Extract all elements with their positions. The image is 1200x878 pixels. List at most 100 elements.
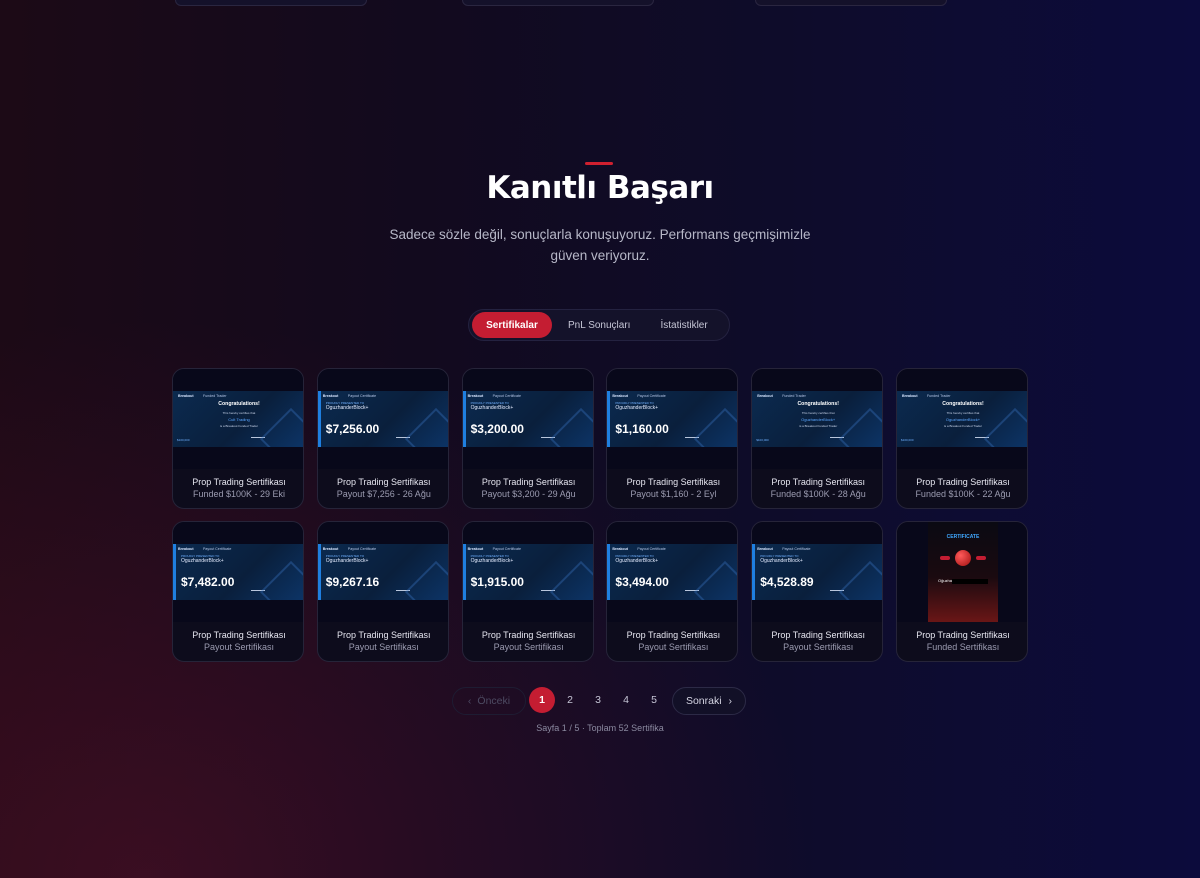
- certificate-card[interactable]: Breakout Funded Trader Congratulations! …: [895, 368, 1028, 509]
- card-subtitle: Payout $7,256 - 26 Ağu: [336, 489, 431, 499]
- congrats-heading: Congratulations!: [797, 401, 839, 407]
- card-subtitle: Payout $1,160 - 2 Eyl: [630, 489, 717, 499]
- section-accent-bar: [585, 162, 613, 165]
- prev-page-label: Önceki: [477, 695, 511, 707]
- payout-certificate-image: Breakout Payout Certificate PROUDLY PRES…: [462, 544, 593, 600]
- card-subtitle: Payout Sertifikası: [638, 642, 709, 652]
- payout-amount: $7,256.00: [325, 422, 380, 436]
- card-title: Prop Trading Sertifikası: [626, 477, 721, 487]
- certificate-card[interactable]: CERTIFICATE Oğuzhan Prop Trading Sertifi…: [895, 521, 1028, 662]
- certificate-brand: Breakout: [322, 547, 339, 551]
- page-button-2[interactable]: 2: [557, 687, 583, 713]
- tab-statistics[interactable]: İstatistikler: [648, 312, 719, 338]
- section-title: Kanıtlı Başarı: [486, 170, 714, 206]
- certificate-thumbnail: Breakout Payout Certificate PROUDLY PRES…: [607, 522, 738, 622]
- card-subtitle: Payout $3,200 - 29 Ağu: [481, 489, 576, 499]
- chevron-right-icon: ›: [728, 695, 733, 707]
- previous-section-card: [755, 0, 947, 6]
- funded-certificate-image: Breakout Funded Trader Congratulations! …: [752, 391, 883, 447]
- certificate-grid: Breakout Funded Trader Congratulations! …: [172, 368, 1028, 662]
- decorative-shape: [259, 560, 303, 600]
- certificate-card[interactable]: Breakout Payout Certificate PROUDLY PRES…: [316, 368, 449, 509]
- certificate-kind: Payout Certificate: [782, 547, 811, 551]
- certificate-kind: Payout Certificate: [637, 394, 666, 398]
- congrats-heading: Congratulations!: [942, 401, 984, 407]
- certificate-thumbnail: Breakout Payout Certificate PROUDLY PRES…: [462, 369, 593, 469]
- account-size: $100,000: [177, 438, 190, 442]
- certificate-brand: Breakout: [612, 547, 628, 551]
- card-title: Prop Trading Sertifikası: [771, 630, 865, 640]
- decorative-shape: [694, 407, 738, 447]
- next-page-button[interactable]: Sonraki ›: [672, 687, 746, 715]
- certificate-brand: Breakout: [322, 394, 339, 398]
- card-title: Prop Trading Sertifikası: [337, 630, 431, 640]
- red-certificate-image: CERTIFICATE Oğuzhan: [927, 522, 998, 622]
- certificate-kind: Payout Certificate: [637, 547, 666, 551]
- certificate-thumbnail: Breakout Funded Trader Congratulations! …: [173, 369, 303, 469]
- previous-section-card: [175, 0, 367, 6]
- card-subtitle: Funded Sertifikası: [926, 642, 1000, 652]
- certificate-brand: Breakout: [757, 547, 773, 551]
- payout-amount: $4,528.89: [760, 575, 814, 589]
- certificate-card[interactable]: Breakout Payout Certificate PROUDLY PRES…: [606, 368, 739, 509]
- payout-certificate-image: Breakout Payout Certificate PROUDLY PRES…: [317, 391, 448, 447]
- page-button-3[interactable]: 3: [585, 687, 611, 713]
- payout-certificate-image: Breakout Payout Certificate PROUDLY PRES…: [462, 391, 593, 447]
- certificate-kind: Payout Certificate: [492, 394, 521, 398]
- previous-section-card: [462, 0, 654, 6]
- account-size: $100,000: [900, 438, 914, 442]
- decorative-shape: [549, 560, 593, 600]
- next-page-label: Sonraki: [685, 695, 722, 707]
- certificate-kind: Payout Certificate: [347, 547, 377, 551]
- certificate-thumbnail: Breakout Payout Certificate PROUDLY PRES…: [317, 369, 448, 469]
- funded-certificate-image: Breakout Funded Trader Congratulations! …: [173, 391, 303, 447]
- certificate-card[interactable]: Breakout Payout Certificate PROUDLY PRES…: [751, 521, 884, 662]
- page-button-5[interactable]: 5: [641, 687, 667, 713]
- certificate-card[interactable]: Breakout Payout Certificate PROUDLY PRES…: [606, 521, 739, 662]
- certificate-brand: Breakout: [757, 394, 773, 398]
- certificate-kind: Payout Certificate: [347, 394, 377, 398]
- card-title: Prop Trading Sertifikası: [481, 477, 576, 487]
- certificate-holder: OguzhanderBlock+: [615, 558, 659, 564]
- card-subtitle: Payout Sertifikası: [348, 642, 419, 652]
- certificate-thumbnail: Breakout Funded Trader Congratulations! …: [896, 369, 1027, 469]
- tab-pnl-results[interactable]: PnL Sonuçları: [556, 312, 642, 338]
- card-subtitle: Payout Sertifikası: [493, 642, 564, 652]
- pagination: ‹ Önceki 1 2 3 4 5 Sonraki ›: [452, 687, 748, 715]
- card-subtitle: Payout Sertifikası: [203, 642, 275, 652]
- card-subtitle: Funded $100K - 28 Ağu: [770, 489, 866, 499]
- payout-amount: $3,200.00: [470, 422, 524, 436]
- payout-certificate-image: Breakout Payout Certificate PROUDLY PRES…: [607, 544, 738, 600]
- card-title: Prop Trading Sertifikası: [337, 477, 431, 487]
- certificate-card[interactable]: Breakout Payout Certificate PROUDLY PRES…: [461, 368, 594, 509]
- prev-page-button[interactable]: ‹ Önceki: [452, 687, 526, 715]
- certificate-card[interactable]: Breakout Payout Certificate PROUDLY PRES…: [172, 521, 304, 662]
- page-button-1[interactable]: 1: [529, 687, 555, 713]
- certificate-holder: OguzhanderBlock+: [470, 558, 514, 564]
- certificate-thumbnail: Breakout Payout Certificate PROUDLY PRES…: [173, 522, 303, 622]
- certificate-holder: OguzhanderBlock+: [615, 405, 659, 411]
- certificate-thumbnail: CERTIFICATE Oğuzhan: [896, 522, 1027, 622]
- payout-certificate-image: Breakout Payout Certificate PROUDLY PRES…: [317, 544, 448, 600]
- card-title: Prop Trading Sertifikası: [192, 477, 286, 487]
- redacted-bar: [951, 579, 988, 584]
- funded-certificate-image: Breakout Funded Trader Congratulations! …: [896, 391, 1027, 447]
- certificate-card[interactable]: Breakout Funded Trader Congratulations! …: [751, 368, 884, 509]
- page-info: Sayfa 1 / 5 · Toplam 52 Sertifika: [536, 723, 664, 733]
- payout-amount: $9,267.16: [325, 575, 380, 589]
- certificate-brand: Breakout: [901, 394, 918, 398]
- payout-amount: $7,482.00: [181, 575, 235, 589]
- card-subtitle: Payout Sertifikası: [783, 642, 854, 652]
- badge-shape: [975, 556, 986, 560]
- payout-certificate-image: Breakout Payout Certificate PROUDLY PRES…: [752, 544, 883, 600]
- certificate-card[interactable]: Breakout Payout Certificate PROUDLY PRES…: [461, 521, 594, 662]
- certificate-card[interactable]: Breakout Funded Trader Congratulations! …: [172, 368, 304, 509]
- card-title: Prop Trading Sertifikası: [916, 477, 1010, 487]
- certificate-card[interactable]: Breakout Payout Certificate PROUDLY PRES…: [316, 521, 449, 662]
- certificate-holder: OguzhanderBlock+: [760, 558, 803, 564]
- page-button-4[interactable]: 4: [613, 687, 639, 713]
- tab-certificates[interactable]: Sertifikalar: [472, 312, 552, 338]
- chevron-left-icon: ‹: [467, 695, 472, 707]
- certificate-kind: Funded Trader: [926, 394, 951, 398]
- account-size: $100,000: [756, 438, 769, 442]
